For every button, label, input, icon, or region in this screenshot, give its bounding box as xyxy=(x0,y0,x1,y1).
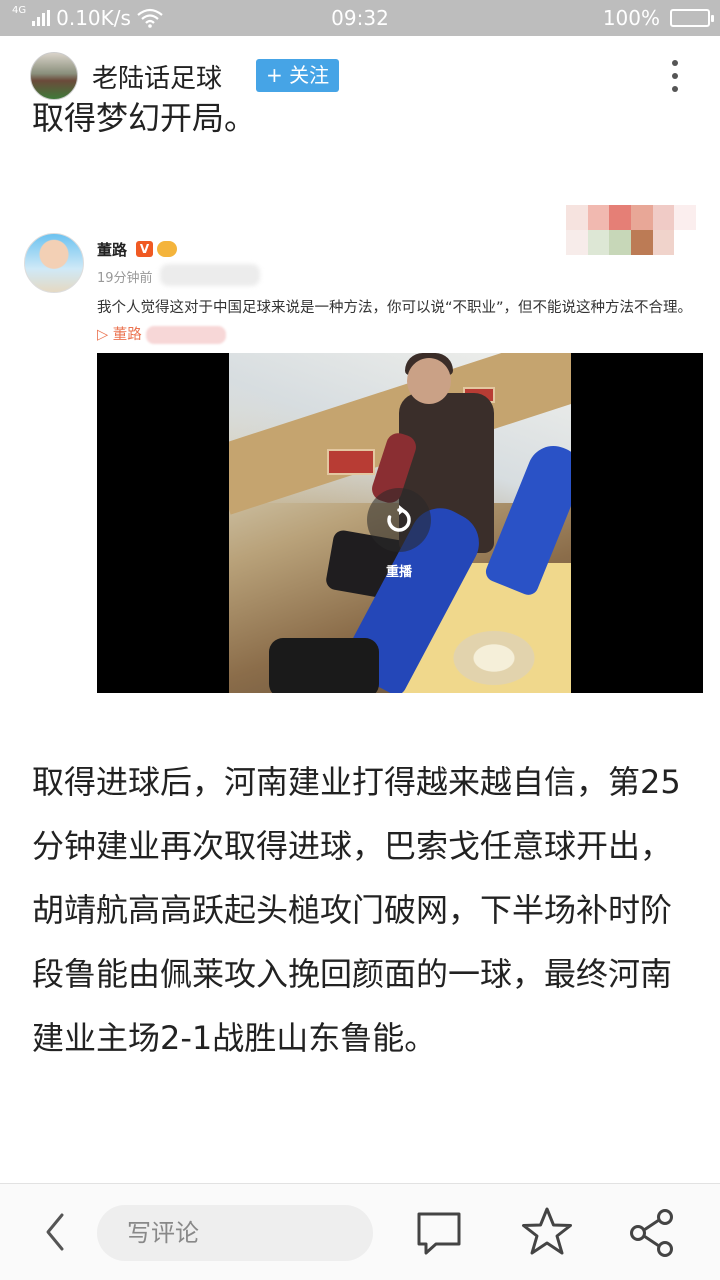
battery-icon xyxy=(670,9,714,27)
weibo-text-body: 我个人觉得这对于中国足球来说是一种方法，你可以说“不职业”，但不能说这种方法不合… xyxy=(97,300,693,316)
weibo-user-name: 董路 xyxy=(97,241,128,259)
comment-input[interactable]: 写评论 xyxy=(97,1205,373,1261)
star-icon[interactable] xyxy=(521,1206,573,1258)
blurred-mosaic xyxy=(566,205,696,255)
video-link: ▷ 董路 xyxy=(97,327,142,343)
replay-label: 重播 xyxy=(385,565,412,580)
follow-button[interactable]: + 关注 xyxy=(256,59,340,92)
battery-percent: 100% xyxy=(602,6,660,30)
weibo-time: 19分钟前 xyxy=(97,271,153,286)
more-options-icon[interactable] xyxy=(660,56,690,96)
article-paragraph: 取得进球后，河南建业打得越来越自信，第25分钟建业再次取得进球，巴索戈任意球开出… xyxy=(32,763,681,1057)
blurred-source xyxy=(160,264,260,286)
weibo-avatar xyxy=(24,233,84,293)
replay-icon xyxy=(367,488,431,552)
share-icon[interactable] xyxy=(628,1208,676,1258)
article-partial-line: 取得梦幻开局。 xyxy=(32,99,257,136)
blurred-link xyxy=(146,326,227,344)
status-bar: 4G 0.10K/s 09:32 100% xyxy=(0,0,720,36)
back-icon[interactable] xyxy=(36,1209,76,1255)
weibo-text: 我个人觉得这对于中国足球来说是一种方法，你可以说“不职业”，但不能说这种方法不合… xyxy=(97,295,707,349)
comment-icon[interactable] xyxy=(414,1210,464,1258)
status-right: 100% xyxy=(602,0,714,36)
video-player: 重播 xyxy=(97,353,703,693)
verified-badge: V xyxy=(136,241,153,257)
video-link-label: 董路 xyxy=(112,327,142,343)
embedded-weibo-image: 董路 V 19分钟前 我个人觉得这对于中国足球来说是一种方法，你可以说“不职业”… xyxy=(0,205,720,705)
level-badge-icon xyxy=(157,241,177,257)
bottom-toolbar: 写评论 xyxy=(0,1183,720,1280)
